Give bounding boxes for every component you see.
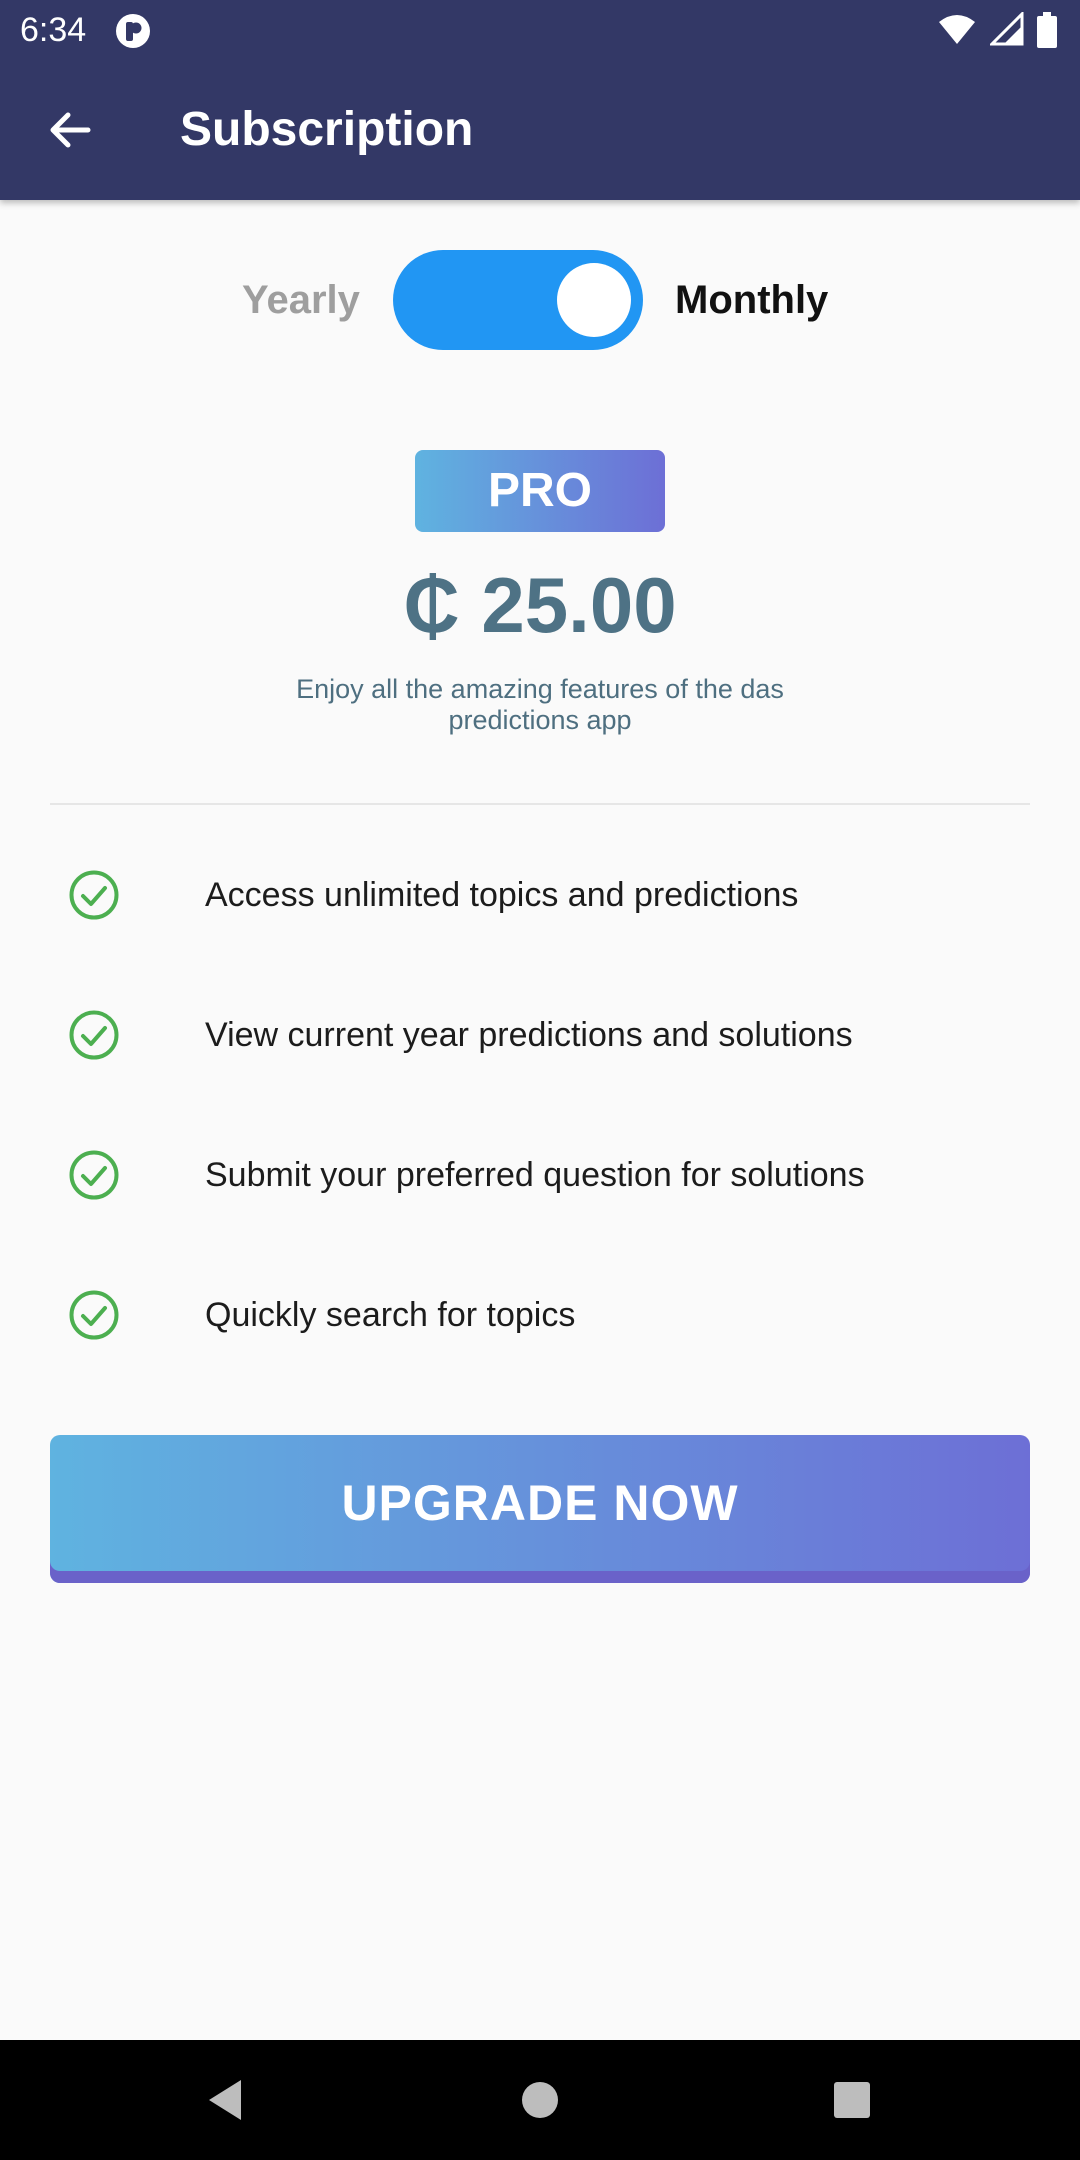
status-time: 6:34 bbox=[20, 11, 87, 49]
plan-description: Enjoy all the amazing features of the da… bbox=[296, 674, 784, 735]
check-circle-icon bbox=[68, 1289, 120, 1341]
plan-price: ₵ 25.00 bbox=[403, 561, 677, 649]
back-button[interactable] bbox=[40, 100, 100, 160]
upgrade-now-button[interactable]: UPGRADE NOW bbox=[50, 1435, 1030, 1583]
feature-text: Quickly search for topics bbox=[205, 1296, 576, 1334]
back-triangle-icon bbox=[209, 2080, 241, 2120]
wifi-icon bbox=[939, 15, 976, 44]
signal-icon bbox=[989, 12, 1024, 46]
recents-square-icon bbox=[834, 2082, 870, 2118]
arrow-left-icon bbox=[50, 112, 91, 148]
app-bar: 6:34 Subscription bbox=[0, 0, 1080, 200]
nav-home-button[interactable] bbox=[510, 2070, 570, 2130]
billing-toggle-row: Yearly Monthly bbox=[0, 248, 1080, 352]
app-notification-icon bbox=[115, 13, 151, 49]
feature-text: Submit your preferred question for solut… bbox=[205, 1156, 865, 1194]
check-circle-icon bbox=[68, 1149, 120, 1201]
page-title: Subscription bbox=[180, 103, 474, 156]
feature-text: View current year predictions and soluti… bbox=[205, 1016, 853, 1054]
yearly-label[interactable]: Yearly bbox=[242, 278, 360, 322]
switch-knob bbox=[557, 263, 631, 337]
nav-recents-button[interactable] bbox=[822, 2070, 882, 2130]
battery-icon bbox=[1037, 12, 1057, 48]
feature-item: Submit your preferred question for solut… bbox=[0, 1125, 1080, 1225]
feature-text: Access unlimited topics and predictions bbox=[205, 876, 799, 914]
system-nav-bar bbox=[0, 2040, 1080, 2160]
check-circle-icon bbox=[68, 869, 120, 921]
divider bbox=[50, 803, 1030, 805]
billing-period-switch[interactable] bbox=[393, 250, 643, 350]
nav-back-button[interactable] bbox=[195, 2070, 255, 2130]
feature-item: Access unlimited topics and predictions bbox=[0, 845, 1080, 945]
check-circle-icon bbox=[68, 1009, 120, 1061]
plan-badge: PRO bbox=[415, 450, 665, 532]
home-circle-icon bbox=[522, 2082, 558, 2118]
monthly-label[interactable]: Monthly bbox=[675, 278, 828, 322]
feature-item: Quickly search for topics bbox=[0, 1265, 1080, 1365]
status-icons bbox=[929, 12, 1058, 48]
feature-item: View current year predictions and soluti… bbox=[0, 985, 1080, 1085]
